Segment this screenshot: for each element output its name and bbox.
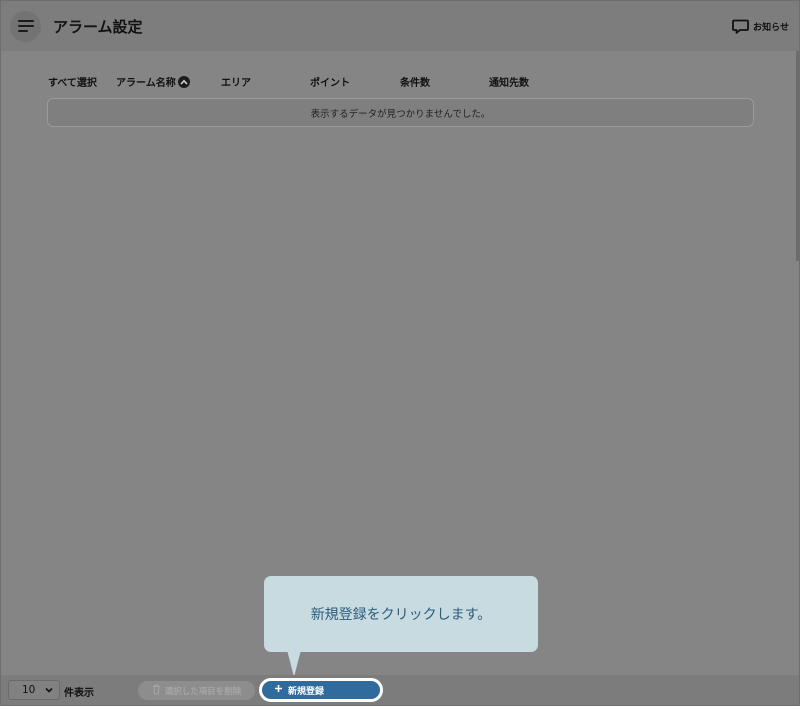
header-bar: アラーム設定 お知らせ [1, 1, 799, 51]
per-page-label: 件表示 [64, 688, 94, 699]
footer-bar: 10 件表示 選択した項目を削除 新規登録 [1, 675, 799, 705]
select-all-header[interactable]: すべて選択 [48, 74, 97, 89]
condition-count-header: 条件数 [400, 78, 430, 89]
plus-icon [274, 684, 283, 696]
chat-bubble-icon [732, 19, 750, 34]
trash-icon [152, 683, 161, 698]
scrollbar[interactable] [796, 51, 799, 261]
notice-label: お知らせ [753, 22, 789, 33]
delete-selected-button[interactable]: 選択した項目を削除 [138, 681, 255, 700]
tooltip-pointer [287, 650, 301, 677]
app-window: アラーム設定 お知らせ すべて選択 アラーム名称 エリア ポイント 条件数 通知… [0, 0, 800, 706]
empty-table-message: 表示するデータが見つかりませんでした。 [47, 98, 754, 127]
menu-bar-line [18, 30, 28, 32]
per-page-value: 10 [22, 684, 36, 696]
chevron-down-icon [44, 685, 54, 698]
per-page-select[interactable]: 10 [8, 680, 60, 700]
area-header: エリア [221, 78, 251, 89]
menu-bar-line [18, 20, 34, 22]
point-header: ポイント [310, 78, 350, 89]
tooltip-text: 新規登録をクリックします。 [310, 607, 492, 623]
notice-button[interactable]: お知らせ [732, 17, 789, 35]
alarm-name-header-label: アラーム名称 [116, 78, 176, 89]
alarm-name-header[interactable]: アラーム名称 [116, 74, 190, 89]
notify-count-header: 通知先数 [489, 78, 529, 89]
new-registration-button[interactable]: 新規登録 [259, 678, 383, 702]
chevron-up-icon[interactable] [177, 75, 190, 88]
menu-bar-line [18, 25, 34, 27]
delete-selected-label: 選択した項目を削除 [164, 686, 242, 697]
page-title: アラーム設定 [53, 18, 143, 36]
tutorial-tooltip: 新規登録をクリックします。 [264, 576, 538, 652]
hamburger-menu-icon[interactable] [10, 11, 41, 42]
new-registration-label: 新規登録 [288, 686, 325, 697]
